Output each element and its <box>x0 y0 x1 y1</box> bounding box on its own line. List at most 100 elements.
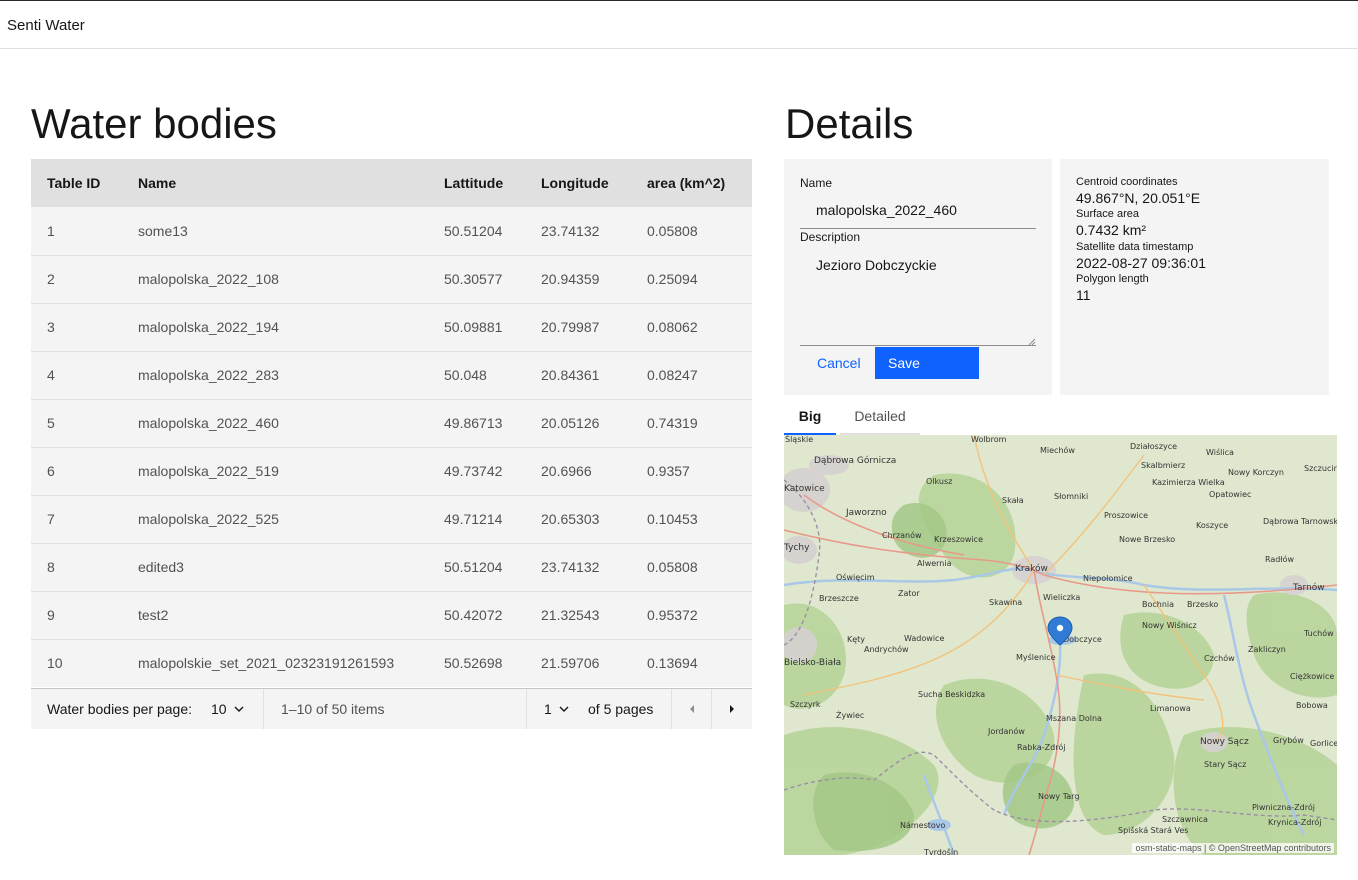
cell-longitude: 20.6966 <box>541 463 592 479</box>
table-row[interactable]: 8 edited3 50.51204 23.74132 0.05808 <box>31 543 752 591</box>
table-row[interactable]: 5 malopolska_2022_460 49.86713 20.05126 0.74… <box>31 399 752 447</box>
map-label: Wiślica <box>1206 447 1234 457</box>
column-header-table-id[interactable]: Table ID <box>31 159 122 207</box>
cell-name: malopolska_2022_460 <box>138 415 279 431</box>
cell-id: 1 <box>47 222 55 239</box>
table-row[interactable]: 10 malopolskie_set_2021_02323191261593 50.… <box>31 639 752 687</box>
cell-longitude: 21.59706 <box>541 655 600 672</box>
save-button[interactable]: Save <box>875 347 979 379</box>
cell-name: edited3 <box>138 559 184 575</box>
map-label: Miechów <box>1040 445 1075 455</box>
details-title: Details <box>785 100 914 147</box>
map-label: Chrzanów <box>882 530 922 540</box>
column-header-latitude[interactable]: Lattitude <box>428 159 525 207</box>
surface-area-label: Surface area <box>1076 208 1139 220</box>
map-label: Zakliczyn <box>1248 645 1286 654</box>
map-view[interactable]: Śląskie Wolbrom Miechów Działoszyce Wiśl… <box>784 435 1337 855</box>
map-label: Zator <box>898 589 920 598</box>
name-input[interactable] <box>800 191 1036 229</box>
map-label: Wieliczka <box>1043 593 1080 602</box>
table-row[interactable]: 4 malopolska_2022_283 50.048 20.84361 0.0824… <box>31 351 752 399</box>
map-label: Námestovo <box>900 821 946 830</box>
cell-area: 0.95372 <box>647 607 698 623</box>
cell-area: 0.10453 <box>647 511 698 527</box>
map-label: Dąbrowa Tarnowska <box>1263 517 1337 526</box>
cell-name: test2 <box>138 607 169 623</box>
name-label: Name <box>800 176 833 190</box>
top-bar: Senti Water <box>0 0 1358 49</box>
cell-name: malopolska_2022_283 <box>138 367 279 383</box>
table-row[interactable]: 3 malopolska_2022_194 50.09881 20.79987 0.08… <box>31 303 752 351</box>
map-label: Nowy Korczyn <box>1228 468 1284 477</box>
cell-name: malopolska_2022_519 <box>138 463 279 479</box>
map-label: Nowy Targ <box>1038 792 1079 801</box>
table-row[interactable]: 2 malopolska_2022_108 50.30577 20.94359 0.25… <box>31 255 752 303</box>
column-header-longitude[interactable]: Longitude <box>525 159 631 207</box>
map-label: Tvrdošín <box>923 847 958 855</box>
column-header-name[interactable]: Name <box>122 159 428 207</box>
map-label: Kazimierza Wielka <box>1152 478 1225 487</box>
table-row[interactable]: 1 some13 50.51204 23.74132 0.05808 <box>31 207 752 255</box>
map-label: Jaworzno <box>845 508 887 518</box>
map-label: Szczucin <box>1304 464 1337 473</box>
table-row[interactable]: 6 malopolska_2022_519 49.73742 20.6966 0.935… <box>31 447 752 495</box>
map-label: Skawina <box>989 598 1022 607</box>
cell-area: 0.74319 <box>647 415 698 431</box>
map-label: Słomniki <box>1054 492 1088 501</box>
per-page-select[interactable]: 10 <box>211 689 245 729</box>
map-label: Olkusz <box>926 477 952 486</box>
tab-big[interactable]: Big <box>784 402 836 435</box>
cell-latitude: 50.30577 <box>444 271 503 287</box>
cell-id: 10 <box>47 655 63 672</box>
cell-id: 5 <box>47 415 55 431</box>
cell-area: 0.9357 <box>647 463 690 479</box>
previous-page-button[interactable] <box>672 689 711 729</box>
table-row[interactable]: 9 test2 50.42072 21.32543 0.95372 <box>31 591 752 639</box>
cell-id: 9 <box>47 607 55 623</box>
details-form: Name Description Jezioro Dobczyckie Canc… <box>784 159 1052 395</box>
app-title[interactable]: Senti Water <box>7 17 85 34</box>
map-label: Niepołomice <box>1083 574 1133 583</box>
water-bodies-table: Table ID Name Lattitude Longitude area (… <box>31 159 752 687</box>
divider <box>526 689 527 729</box>
chevron-down-icon <box>559 706 569 712</box>
table-row[interactable]: 7 malopolska_2022_525 49.71214 20.65303 0.10… <box>31 495 752 543</box>
map-label: Andrychów <box>864 644 909 654</box>
page-select[interactable]: 1 <box>544 689 570 729</box>
description-textarea[interactable]: Jezioro Dobczyckie <box>800 247 1036 346</box>
cell-latitude: 50.52698 <box>444 655 503 672</box>
map-label: Czchów <box>1204 653 1235 663</box>
map-label: Nowe Brzesko <box>1119 535 1175 544</box>
water-bodies-title: Water bodies <box>31 100 277 147</box>
tab-detailed[interactable]: Detailed <box>840 402 920 435</box>
cell-latitude: 50.51204 <box>444 222 503 239</box>
map-label: Nowy Sącz <box>1200 737 1249 747</box>
map-tabs: Big Detailed <box>784 402 1337 435</box>
map-label: Tuchów <box>1303 628 1334 638</box>
map-label: Sucha Beskidzka <box>918 690 985 699</box>
cancel-button[interactable]: Cancel <box>800 347 875 379</box>
next-page-button[interactable] <box>712 689 752 729</box>
map-label: Myślenice <box>1016 652 1056 662</box>
cell-latitude: 49.71214 <box>444 511 503 527</box>
map-label: Krzeszowice <box>934 535 983 544</box>
map-label: Spišská Stará Ves <box>1118 825 1188 835</box>
table-header-row: Table ID Name Lattitude Longitude area (… <box>31 159 752 207</box>
cell-longitude: 20.79987 <box>541 319 600 335</box>
cell-area: 0.05808 <box>647 559 698 575</box>
map-canvas: Śląskie Wolbrom Miechów Działoszyce Wiśl… <box>784 435 1337 855</box>
map-label: Rabka-Zdrój <box>1017 742 1065 752</box>
map-label: Szczyrk <box>790 700 821 709</box>
per-page-label: Water bodies per page: <box>47 701 193 717</box>
column-header-area[interactable]: area (km^2) <box>631 159 752 207</box>
map-label: Skała <box>1002 496 1024 505</box>
map-label: Jordanów <box>987 726 1025 736</box>
centroid-value: 49.867°N, 20.051°E <box>1076 190 1201 206</box>
cell-area: 0.08062 <box>647 319 698 335</box>
cell-name: malopolska_2022_525 <box>138 511 279 527</box>
resize-handle-icon[interactable] <box>1028 338 1036 346</box>
cell-id: 6 <box>47 463 55 479</box>
cell-id: 7 <box>47 511 55 527</box>
map-attribution[interactable]: osm-static-maps | © OpenStreetMap contri… <box>1132 843 1334 853</box>
items-range-text: 1–10 of 50 items <box>281 701 385 717</box>
